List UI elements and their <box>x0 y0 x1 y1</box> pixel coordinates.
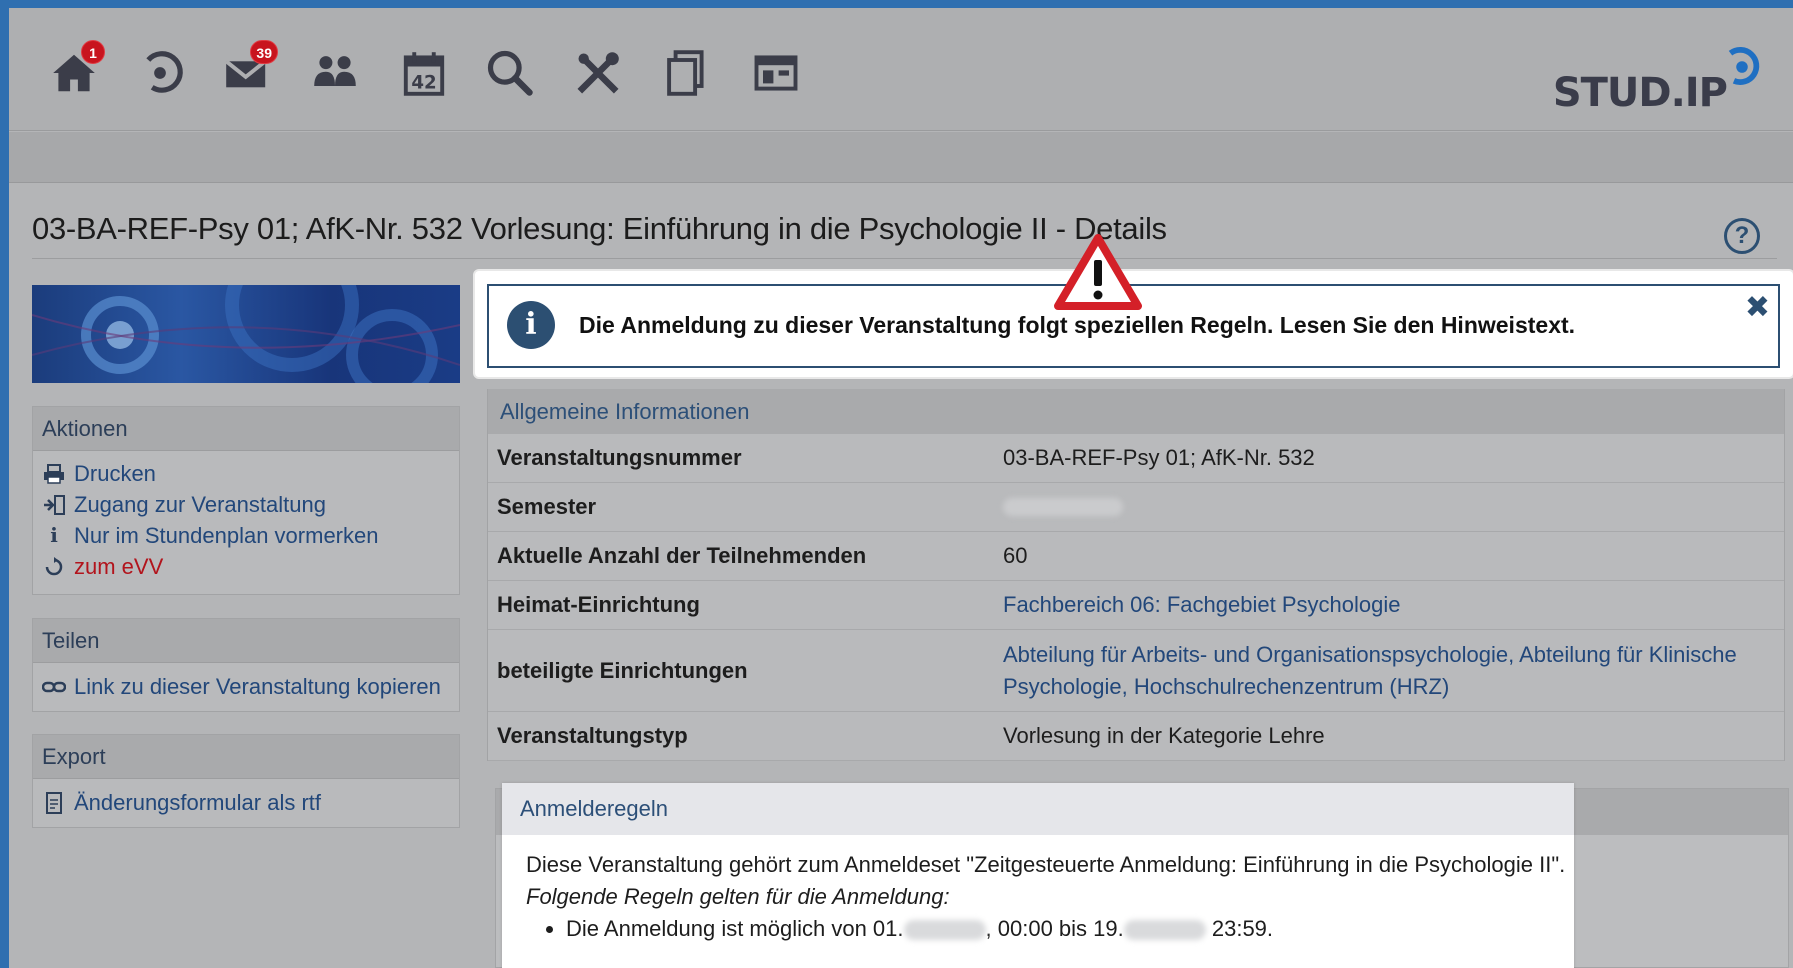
table-row: Veranstaltungstyp Vorlesung in der Kateg… <box>488 712 1784 761</box>
page-title: 03-BA-REF-Psy 01; AfK-Nr. 532 Vorlesung:… <box>32 211 1167 246</box>
rules-body: Diese Veranstaltung gehört zum Anmeldese… <box>502 835 1574 945</box>
rules-intro: Folgende Regeln gelten für die Anmeldung… <box>526 884 950 909</box>
table-row: Aktuelle Anzahl der Teilnehmenden 60 <box>488 532 1784 581</box>
actions-title: Aktionen <box>33 407 459 451</box>
link-icon <box>42 675 66 699</box>
row-value: 03-BA-REF-Psy 01; AfK-Nr. 532 <box>1003 445 1315 470</box>
calendar-icon[interactable]: 42 <box>395 44 453 102</box>
title-divider <box>32 258 1777 259</box>
change-form-rtf-label: Änderungsformular als rtf <box>74 790 321 815</box>
schedule-reserve-link[interactable]: i Nur im Stundenplan vormerken <box>33 520 459 551</box>
rules-title: Anmelderegeln <box>502 783 1574 835</box>
table-row: Semester <box>488 483 1784 532</box>
search-icon[interactable] <box>481 44 539 102</box>
row-value <box>1003 483 1784 531</box>
schedule-reserve-label: Nur im Stundenplan vormerken <box>74 523 379 548</box>
sub-navigation-bar <box>9 132 1793 183</box>
mail-badge: 39 <box>250 40 278 64</box>
layout-icon[interactable] <box>747 44 805 102</box>
alert-message: Die Anmeldung zu dieser Veranstaltung fo… <box>579 312 1576 338</box>
row-value: 60 <box>1003 543 1028 568</box>
file-icon <box>42 791 66 815</box>
mail-icon[interactable]: 39 <box>218 40 278 102</box>
course-banner-image <box>32 285 460 383</box>
copy-link-label: Link zu dieser Veranstaltung kopieren <box>74 674 441 699</box>
general-info-table: Allgemeine Informationen Veranstaltungsn… <box>487 389 1785 761</box>
print-label: Drucken <box>74 461 156 486</box>
home-badge: 1 <box>81 40 105 64</box>
row-label: Semester <box>497 494 597 519</box>
info-circle-icon: i <box>507 301 555 349</box>
copy-link-link[interactable]: Link zu dieser Veranstaltung kopieren <box>33 671 459 702</box>
rule-text-end: 23:59. <box>1205 916 1274 941</box>
home-icon[interactable]: 1 <box>45 40 105 102</box>
print-icon <box>42 462 66 486</box>
table-row: beteiligte Einrichtungen Abteilung für A… <box>488 630 1784 712</box>
browser-frame: 1 39 42 STUD.IP 03-BA-REF-Psy 01; AfK-Nr… <box>9 8 1793 968</box>
refresh-icon <box>42 555 66 579</box>
list-item: Die Anmeldung ist möglich von 01. , 00:00… <box>566 913 1574 945</box>
logo-text: STUD.IP <box>1552 70 1728 116</box>
rules-set-text: Diese Veranstaltung gehört zum Anmeldese… <box>526 852 1566 877</box>
general-info-caption: Allgemeine Informationen <box>488 389 1784 434</box>
row-value: Vorlesung in der Kategorie Lehre <box>1003 723 1325 748</box>
registration-rules-panel: Anmelderegeln Diese Veranstaltung gehört… <box>502 783 1574 968</box>
row-label: Aktuelle Anzahl der Teilnehmenden <box>497 543 867 568</box>
redacted-date <box>1123 920 1206 941</box>
redacted-date <box>903 920 986 941</box>
files-icon[interactable] <box>657 44 715 102</box>
redacted-value <box>1003 498 1123 516</box>
course-access-label: Zugang zur Veranstaltung <box>74 492 326 517</box>
print-link[interactable]: Drucken <box>33 458 459 489</box>
info-icon: i <box>50 523 58 547</box>
table-row: Heimat-Einrichtung Fachbereich 06: Fachg… <box>488 581 1784 630</box>
community-icon[interactable] <box>306 44 364 102</box>
change-form-rtf-link[interactable]: Änderungsformular als rtf <box>33 787 459 818</box>
help-icon[interactable]: ? <box>1724 218 1760 254</box>
top-navigation: 1 39 42 STUD.IP <box>9 8 1793 131</box>
row-label: beteiligte Einrichtungen <box>497 657 748 683</box>
row-label: Veranstaltungsnummer <box>497 445 742 470</box>
enter-icon <box>42 493 66 517</box>
activity-icon[interactable] <box>131 44 189 102</box>
share-title: Teilen <box>33 619 459 663</box>
svg-text:42: 42 <box>411 73 436 94</box>
rule-text-start: Die Anmeldung ist möglich von 01. <box>566 916 904 941</box>
home-institute-link[interactable]: Fachbereich 06: Fachgebiet Psychologie <box>1003 581 1784 629</box>
export-title: Export <box>33 735 459 779</box>
evv-link[interactable]: zum eVV <box>33 551 459 582</box>
export-widget: Export Änderungsformular als rtf <box>32 734 460 828</box>
tools-icon[interactable] <box>569 44 627 102</box>
rule-text-mid: , 00:00 bis 19. <box>985 916 1124 941</box>
studip-logo[interactable]: STUD.IP <box>1553 44 1765 120</box>
table-row: Veranstaltungsnummer 03-BA-REF-Psy 01; A… <box>488 434 1784 483</box>
row-label: Heimat-Einrichtung <box>497 592 700 617</box>
course-access-link[interactable]: Zugang zur Veranstaltung <box>33 489 459 520</box>
warning-triangle-icon <box>1054 234 1142 310</box>
actions-widget: Aktionen Drucken Zugang zur Veranstaltun… <box>32 406 460 595</box>
row-label: Veranstaltungstyp <box>497 723 688 748</box>
close-icon[interactable]: ✖ <box>1745 290 1770 325</box>
share-widget: Teilen Link zu dieser Veranstaltung kopi… <box>32 618 460 712</box>
logo-mark-icon <box>1728 47 1760 85</box>
involved-institutes-links[interactable]: Abteilung für Arbeits- und Organisations… <box>1003 630 1784 711</box>
evv-label: zum eVV <box>74 554 164 579</box>
